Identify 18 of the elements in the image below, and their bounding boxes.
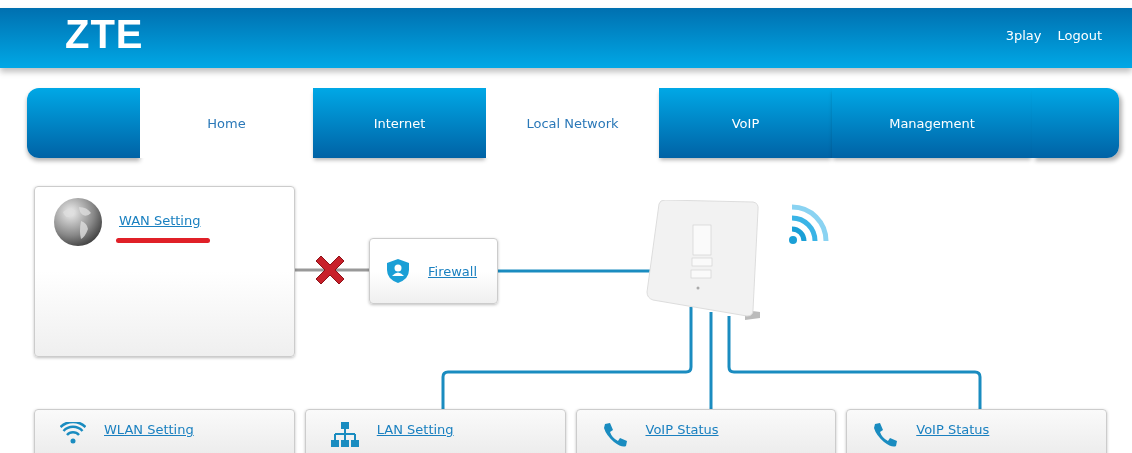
wifi-icon (60, 422, 86, 444)
phone-icon (872, 422, 899, 448)
logo: ZTE (65, 14, 144, 54)
nav-tab[interactable]: Internet (313, 88, 486, 158)
header-link[interactable]: Logout (1057, 27, 1102, 43)
device-link[interactable]: VoIP Status (916, 422, 990, 437)
network-icon (330, 422, 359, 448)
device-link[interactable]: WLAN Setting (104, 422, 194, 437)
firewall-link[interactable]: Firewall (428, 263, 478, 279)
device-link[interactable]: VoIP Status (645, 422, 719, 437)
header-link[interactable]: 3play (1005, 27, 1042, 43)
device-link[interactable]: LAN Setting (376, 422, 454, 437)
nav-tab[interactable]: VoIP (659, 88, 832, 158)
nav-tab[interactable]: Management (832, 88, 1032, 158)
phone-icon (601, 422, 628, 448)
wan-setting-link[interactable]: WAN Setting (119, 213, 210, 228)
globe-icon (53, 197, 103, 247)
shield-icon (386, 258, 410, 284)
